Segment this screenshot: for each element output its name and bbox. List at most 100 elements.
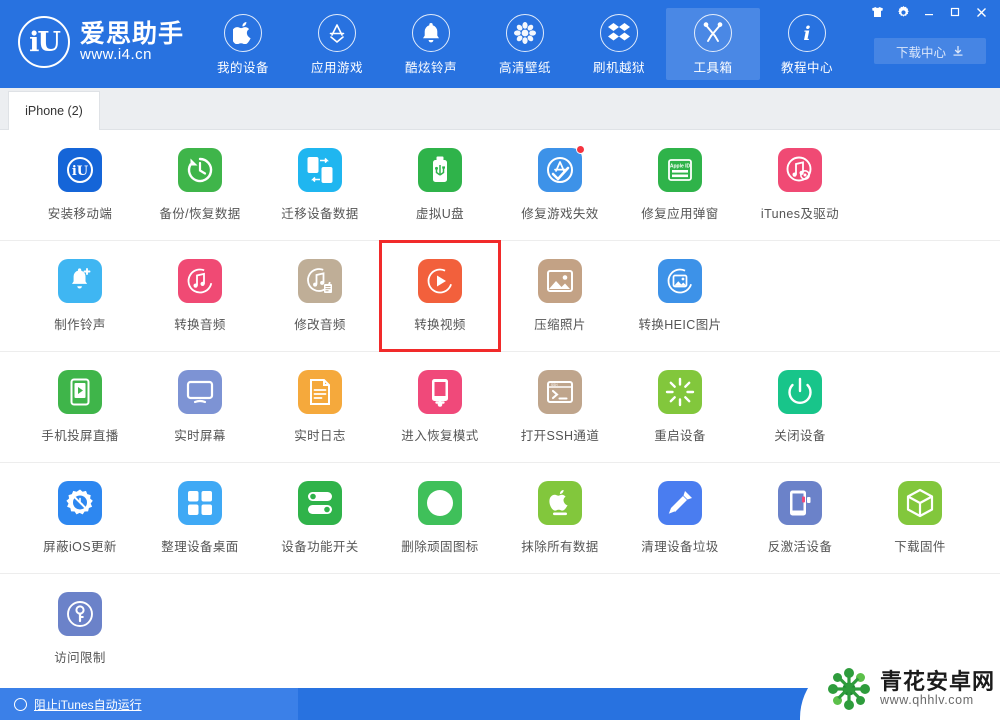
watermark-title: 青花安卓网 — [880, 669, 996, 695]
toolbox-grid: iU 安装移动端 备份/恢复数据 迁移设备数据 虚拟U盘 修复游戏失效 Apple ID 修复… — [0, 130, 1000, 688]
delete-icon-icon — [418, 481, 462, 525]
tool-item-实时屏幕[interactable]: 实时屏幕 — [140, 352, 260, 462]
settings-button[interactable] — [892, 2, 914, 22]
tool-item-修复应用弹窗[interactable]: Apple ID 修复应用弹窗 — [620, 130, 740, 240]
nav-item-应用游戏[interactable]: 应用游戏 — [290, 8, 384, 80]
tool-item-访问限制[interactable]: 访问限制 — [20, 574, 140, 684]
svg-text:iU: iU — [72, 164, 89, 179]
info-icon: i — [788, 14, 826, 52]
tool-item-压缩照片[interactable]: 压缩照片 — [500, 241, 620, 351]
nav-item-刷机越狱[interactable]: 刷机越狱 — [572, 8, 666, 80]
tool-item-label: 转换HEIC图片 — [638, 318, 722, 332]
organize-desktop-icon — [178, 481, 222, 525]
usb-drive-icon — [418, 148, 462, 192]
tool-item-删除顽固图标[interactable]: 删除顽固图标 — [380, 463, 500, 573]
screen-cast-icon — [58, 370, 102, 414]
tool-item-手机投屏直播[interactable]: 手机投屏直播 — [20, 352, 140, 462]
tool-item-关闭设备[interactable]: 关闭设备 — [740, 352, 860, 462]
i4-app-icon: iU — [58, 148, 102, 192]
tool-item-虚拟U盘[interactable]: 虚拟U盘 — [380, 130, 500, 240]
convert-heic-icon — [658, 259, 702, 303]
backup-restore-icon — [178, 148, 222, 192]
ssh-tunnel-icon: SSH — [538, 370, 582, 414]
convert-video-icon — [418, 259, 462, 303]
block-update-icon — [58, 481, 102, 525]
appstore-icon — [318, 14, 356, 52]
tool-item-备份/恢复数据[interactable]: 备份/恢复数据 — [140, 130, 260, 240]
tool-item-label: 下载固件 — [894, 540, 946, 554]
nav-item-工具箱[interactable]: 工具箱 — [666, 8, 760, 80]
tool-item-修复游戏失效[interactable]: 修复游戏失效 — [500, 130, 620, 240]
tool-item-label: 压缩照片 — [534, 318, 586, 332]
tool-item-label: 转换音频 — [174, 318, 226, 332]
tool-item-抹除所有数据[interactable]: 抹除所有数据 — [500, 463, 620, 573]
tool-item-label: 删除顽固图标 — [401, 540, 479, 554]
maximize-button[interactable] — [944, 2, 966, 22]
nav-item-酷炫铃声[interactable]: 酷炫铃声 — [384, 8, 478, 80]
tool-item-iTunes及驱动[interactable]: iTunes及驱动 — [740, 130, 860, 240]
minimize-button[interactable] — [918, 2, 940, 22]
tool-item-打开SSH通道[interactable]: SSH 打开SSH通道 — [500, 352, 620, 462]
tool-item-屏蔽iOS更新[interactable]: 屏蔽iOS更新 — [20, 463, 140, 573]
device-tab-strip: iPhone (2) — [0, 88, 1000, 130]
tool-item-整理设备桌面[interactable]: 整理设备桌面 — [140, 463, 260, 573]
tool-item-反激活设备[interactable]: 反激活设备 — [740, 463, 860, 573]
nav-item-label: 刷机越狱 — [592, 61, 645, 75]
tool-item-label: 实时屏幕 — [174, 429, 226, 443]
nav-item-教程中心[interactable]: i 教程中心 — [760, 8, 854, 80]
tool-item-label: 访问限制 — [54, 651, 106, 665]
toolbox-row: 制作铃声 转换音频 修改音频 转换视频 压缩照片 转换HEIC图片 — [0, 240, 1000, 352]
tool-item-label: 进入恢复模式 — [401, 429, 479, 443]
tool-item-清理设备垃圾[interactable]: 清理设备垃圾 — [620, 463, 740, 573]
tool-item-重启设备[interactable]: 重启设备 — [620, 352, 740, 462]
nav-item-高清壁纸[interactable]: 高清壁纸 — [478, 8, 572, 80]
toolbox-row: 屏蔽iOS更新 整理设备桌面 设备功能开关 删除顽固图标 抹除所有数据 清理设备垃圾 反激活… — [0, 463, 1000, 574]
tool-item-下载固件[interactable]: 下载固件 — [860, 463, 980, 573]
tool-item-label: 转换视频 — [414, 318, 466, 332]
tool-item-进入恢复模式[interactable]: 进入恢复模式 — [380, 352, 500, 462]
tool-item-label: 虚拟U盘 — [415, 207, 465, 221]
tool-item-label: 迁移设备数据 — [281, 207, 359, 221]
download-icon — [953, 46, 963, 56]
svg-text:Apple ID: Apple ID — [670, 164, 691, 170]
tool-item-label: 制作铃声 — [54, 318, 106, 332]
live-log-icon — [298, 370, 342, 414]
tool-item-设备功能开关[interactable]: 设备功能开关 — [260, 463, 380, 573]
svg-text:SSH: SSH — [551, 384, 557, 388]
tool-item-label: 修复应用弹窗 — [641, 207, 719, 221]
site-watermark: 青花安卓网 www.qhhlv.com — [800, 658, 1000, 720]
main-nav: 我的设备 应用游戏 酷炫铃声 高清壁纸 刷机越狱 工具箱 i 教程中心 — [196, 8, 854, 80]
tool-item-安装移动端[interactable]: iU 安装移动端 — [20, 130, 140, 240]
recovery-mode-icon — [418, 370, 462, 414]
tool-item-转换HEIC图片[interactable]: 转换HEIC图片 — [620, 241, 740, 351]
watermark-logo-icon — [828, 668, 870, 710]
brand-logo: iU 爱思助手 www.i4.cn — [18, 16, 184, 68]
tool-item-转换音频[interactable]: 转换音频 — [140, 241, 260, 351]
tool-item-迁移设备数据[interactable]: 迁移设备数据 — [260, 130, 380, 240]
nav-item-我的设备[interactable]: 我的设备 — [196, 8, 290, 80]
tool-item-label: 屏蔽iOS更新 — [43, 540, 117, 554]
edit-audio-icon — [298, 259, 342, 303]
tool-item-label: 实时日志 — [294, 429, 346, 443]
watermark-url: www.qhhlv.com — [880, 693, 974, 708]
download-center-button[interactable]: 下载中心 — [874, 38, 986, 64]
brand-url: www.i4.cn — [80, 46, 153, 64]
tab-iphone[interactable]: iPhone (2) — [8, 91, 100, 130]
title-bar: iU 爱思助手 www.i4.cn 我的设备 应用游戏 酷炫铃声 高清壁纸 刷机越狱 工具… — [0, 0, 1000, 88]
tool-item-制作铃声[interactable]: 制作铃声 — [20, 241, 140, 351]
tool-item-label: 手机投屏直播 — [41, 429, 119, 443]
tool-item-label: 修复游戏失效 — [521, 207, 599, 221]
nav-item-label: 教程中心 — [780, 61, 833, 75]
tool-item-label: 关闭设备 — [774, 429, 826, 443]
power-off-icon — [778, 370, 822, 414]
tool-item-label: 反激活设备 — [767, 540, 833, 554]
block-itunes-toggle[interactable]: 阻止iTunes自动运行 — [0, 688, 298, 720]
tool-item-label: 备份/恢复数据 — [159, 207, 241, 221]
checkbox-circle-icon — [14, 697, 27, 711]
close-button[interactable] — [970, 2, 992, 22]
tool-item-实时日志[interactable]: 实时日志 — [260, 352, 380, 462]
clean-junk-icon — [658, 481, 702, 525]
tool-item-修改音频[interactable]: 修改音频 — [260, 241, 380, 351]
skin-button[interactable] — [866, 2, 888, 22]
tool-item-转换视频[interactable]: 转换视频 — [379, 240, 501, 352]
